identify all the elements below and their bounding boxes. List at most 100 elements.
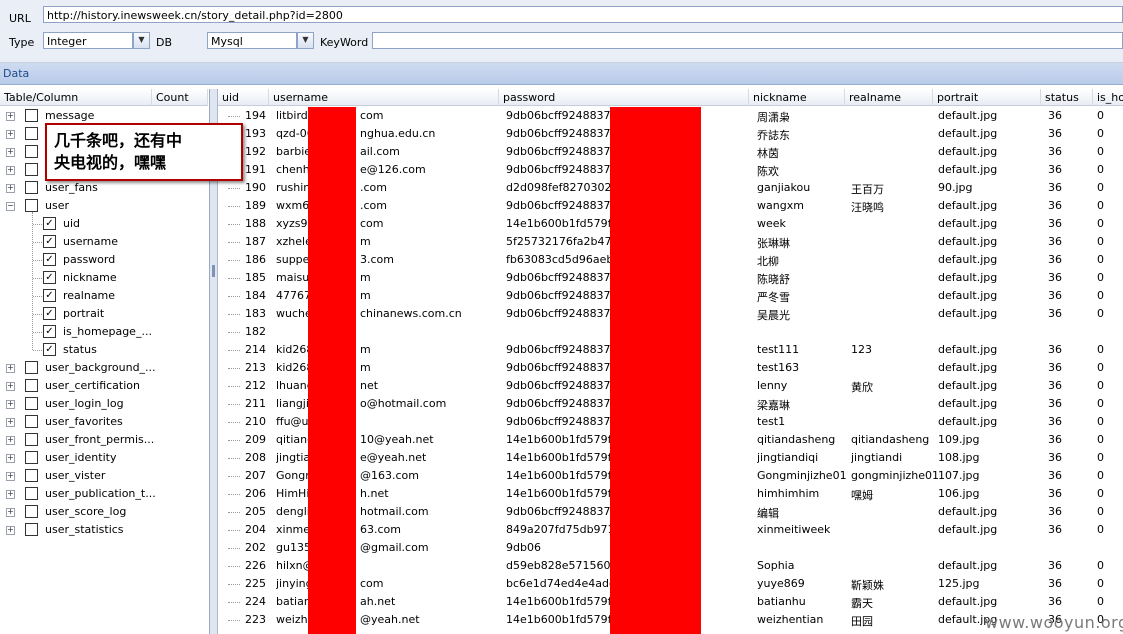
table-cell: 209 [245, 433, 266, 446]
keyword-input[interactable] [372, 32, 1123, 49]
checkbox-checked-icon[interactable]: ✓ [43, 235, 56, 248]
db-select[interactable]: Mysql [207, 32, 297, 49]
grid-column-header[interactable]: status [1041, 89, 1093, 106]
expand-icon[interactable]: + [6, 490, 15, 499]
tree-table-item[interactable]: + user_score_log [0, 503, 208, 521]
tree-item-label: user_front_permis... [45, 433, 155, 446]
checkbox-icon[interactable] [25, 361, 38, 374]
expand-icon[interactable]: + [6, 184, 15, 193]
tree-column-item[interactable]: ✓ is_homepage_... [0, 323, 208, 341]
type-dropdown-button[interactable]: ▼ [133, 32, 150, 49]
checkbox-checked-icon[interactable]: ✓ [43, 289, 56, 302]
tree-table-item[interactable]: + user_fans [0, 179, 208, 197]
tree-table-item[interactable]: + user_statistics [0, 521, 208, 539]
table-cell: 225 [245, 577, 266, 590]
checkbox-icon[interactable] [25, 397, 38, 410]
tree-column-item[interactable]: ✓ realname [0, 287, 208, 305]
tree-table-item[interactable]: + user_front_permis... [0, 431, 208, 449]
tree-table-item[interactable]: + user_publication_t... [0, 485, 208, 503]
expand-icon[interactable]: + [6, 418, 15, 427]
table-cell: default.jpg [938, 163, 998, 176]
table-cell: @gmail.com [360, 541, 429, 554]
tree-column-item[interactable]: ✓ portrait [0, 305, 208, 323]
tree-table-item[interactable]: + user_certification [0, 377, 208, 395]
tree-table-item[interactable]: + user_login_log [0, 395, 208, 413]
tree-column-item[interactable]: ✓ username [0, 233, 208, 251]
expand-icon[interactable]: + [6, 148, 15, 157]
collapse-icon[interactable]: − [6, 202, 15, 211]
table-cell: com [360, 577, 384, 590]
expand-icon[interactable]: + [6, 472, 15, 481]
checkbox-checked-icon[interactable]: ✓ [43, 271, 56, 284]
grid-column-header[interactable]: username [269, 89, 499, 106]
tree-column-item[interactable]: ✓ password [0, 251, 208, 269]
table-cell: 184 [245, 289, 266, 302]
table-cell: wuche [276, 307, 312, 320]
tree-column-item[interactable]: ✓ status [0, 341, 208, 359]
table-cell: test111 [757, 343, 800, 356]
checkbox-icon[interactable] [25, 199, 38, 212]
checkbox-checked-icon[interactable]: ✓ [43, 307, 56, 320]
table-cell: 36 [1048, 523, 1062, 536]
expand-icon[interactable]: + [6, 364, 15, 373]
tree-header-count[interactable]: Count [152, 89, 208, 106]
tree-item-label: status [63, 343, 97, 356]
table-cell: e@yeah.net [360, 451, 427, 464]
grid-column-header[interactable]: nickname [749, 89, 845, 106]
tree-table-item[interactable]: + user_identity [0, 449, 208, 467]
expand-icon[interactable]: + [6, 508, 15, 517]
checkbox-icon[interactable] [25, 415, 38, 428]
table-cell: 0 [1097, 163, 1104, 176]
expand-icon[interactable]: + [6, 112, 15, 121]
tree-header-table[interactable]: Table/Column [0, 89, 152, 106]
tree-item-label: user_certification [45, 379, 140, 392]
expand-icon[interactable]: + [6, 400, 15, 409]
checkbox-icon[interactable] [25, 127, 38, 140]
checkbox-icon[interactable] [25, 379, 38, 392]
grid-column-header[interactable]: is_hon [1093, 89, 1123, 106]
url-input[interactable]: http://history.inewsweek.cn/story_detail… [43, 6, 1123, 23]
checkbox-icon[interactable] [25, 451, 38, 464]
checkbox-icon[interactable] [25, 433, 38, 446]
row-indicator [228, 368, 240, 369]
table-cell: gongminjizhe01 [851, 469, 940, 482]
checkbox-icon[interactable] [25, 487, 38, 500]
checkbox-icon[interactable] [25, 181, 38, 194]
tree-table-item[interactable]: − user [0, 197, 208, 215]
table-cell: Sophia [757, 559, 795, 572]
checkbox-checked-icon[interactable]: ✓ [43, 343, 56, 356]
expand-icon[interactable]: + [6, 454, 15, 463]
checkbox-icon[interactable] [25, 505, 38, 518]
grid-column-header[interactable]: realname [845, 89, 933, 106]
table-cell: d59eb828e57156014 [506, 559, 625, 572]
tree-table-item[interactable]: + user_vister [0, 467, 208, 485]
expand-icon[interactable]: + [6, 130, 15, 139]
checkbox-icon[interactable] [25, 523, 38, 536]
tree-table-item[interactable]: + user_favorites [0, 413, 208, 431]
tree-item-label: is_homepage_... [63, 325, 152, 338]
type-select[interactable]: Integer [43, 32, 133, 49]
tree-column-item[interactable]: ✓ nickname [0, 269, 208, 287]
checkbox-icon[interactable] [25, 145, 38, 158]
grid-column-header[interactable]: portrait [933, 89, 1041, 106]
checkbox-icon[interactable] [25, 109, 38, 122]
expand-icon[interactable]: + [6, 382, 15, 391]
checkbox-checked-icon[interactable]: ✓ [43, 217, 56, 230]
table-cell: 0 [1097, 307, 1104, 320]
grid-column-header[interactable]: password [499, 89, 749, 106]
checkbox-checked-icon[interactable]: ✓ [43, 253, 56, 266]
db-dropdown-button[interactable]: ▼ [297, 32, 314, 49]
expand-icon[interactable]: + [6, 436, 15, 445]
table-cell: qitiandasheng [851, 433, 930, 446]
table-cell: 106.jpg [938, 487, 980, 500]
table-cell: maisui [276, 271, 313, 284]
checkbox-icon[interactable] [25, 469, 38, 482]
expand-icon[interactable]: + [6, 166, 15, 175]
tree-column-item[interactable]: ✓ uid [0, 215, 208, 233]
checkbox-icon[interactable] [25, 163, 38, 176]
tree-table-item[interactable]: + user_background_... [0, 359, 208, 377]
expand-icon[interactable]: + [6, 526, 15, 535]
table-cell: 214 [245, 343, 266, 356]
checkbox-checked-icon[interactable]: ✓ [43, 325, 56, 338]
grid-column-header[interactable]: uid [218, 89, 269, 106]
